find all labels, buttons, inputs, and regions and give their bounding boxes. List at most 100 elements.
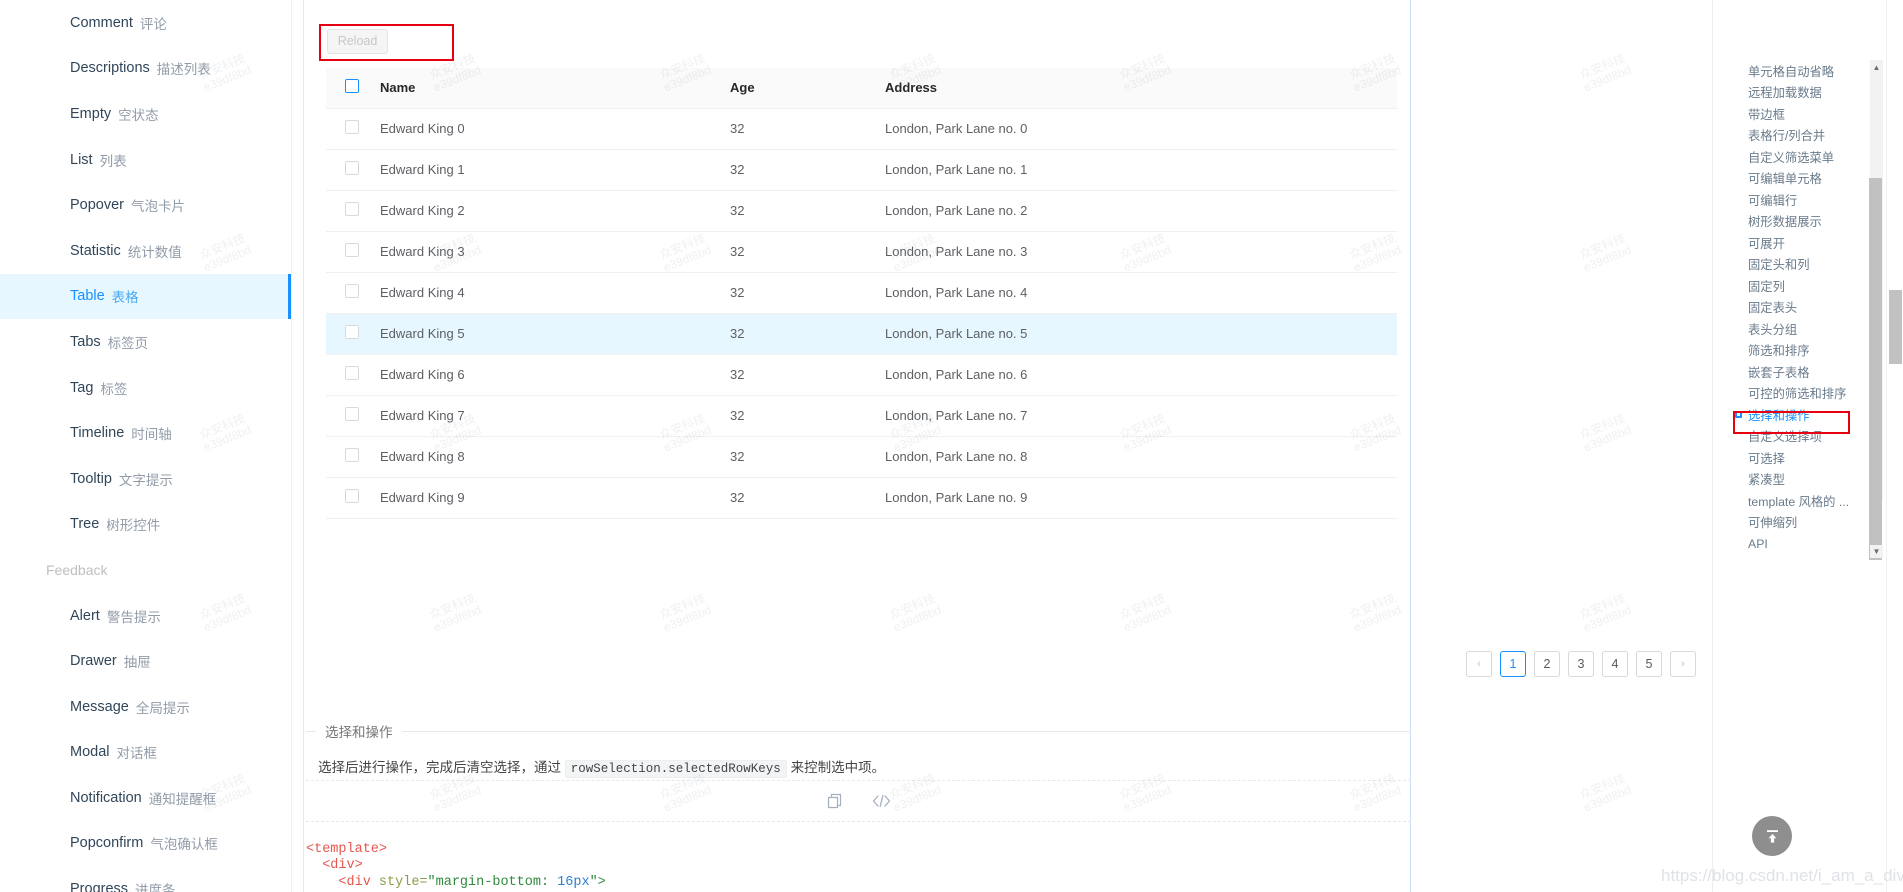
- pagination-next[interactable]: ›: [1670, 651, 1696, 677]
- pagination-page-2[interactable]: 2: [1534, 651, 1560, 677]
- row-checkbox[interactable]: [345, 284, 359, 298]
- row-checkbox[interactable]: [345, 407, 359, 421]
- toc-item[interactable]: 可编辑行: [1713, 189, 1869, 211]
- page-root: Comment 评论 Descriptions 描述列表 Empty 空状态 List 列表 P…: [0, 0, 1903, 892]
- table-header-row: Name Age Address: [326, 68, 1397, 109]
- row-checkbox[interactable]: [345, 325, 359, 339]
- sidebar-item-label-cn: 描述列表: [156, 62, 211, 78]
- row-checkbox[interactable]: [345, 366, 359, 380]
- toc-item[interactable]: 自定义筛选菜单: [1713, 146, 1869, 168]
- table-row[interactable]: Edward King 5 32 London, Park Lane no. 5: [326, 313, 1397, 355]
- pagination[interactable]: ‹ 1 2 3 4 5 ›: [1466, 651, 1696, 677]
- toc-item[interactable]: 固定列: [1713, 275, 1869, 297]
- toc-scroll-down-arrow[interactable]: ▼: [1870, 545, 1883, 558]
- cell-address: London, Park Lane no. 0: [883, 108, 1397, 150]
- sidebar-item-tabs[interactable]: Tabs 标签页: [0, 319, 291, 365]
- cell-age-text: 32: [730, 326, 745, 341]
- table-row[interactable]: Edward King 7 32 London, Park Lane no. 7: [326, 395, 1397, 437]
- sidebar-item-descriptions[interactable]: Descriptions 描述列表: [0, 46, 291, 92]
- toc-item[interactable]: 可编辑单元格: [1713, 168, 1869, 190]
- toc-scrollbar-track[interactable]: [1869, 60, 1883, 560]
- pagination-page-1[interactable]: 1: [1500, 651, 1526, 677]
- toc-item[interactable]: 可选择: [1713, 447, 1869, 469]
- sidebar-item-tree[interactable]: Tree 树形控件: [0, 502, 291, 548]
- table-row[interactable]: Edward King 9 32 London, Park Lane no. 9: [326, 477, 1397, 519]
- table-row[interactable]: Edward King 2 32 London, Park Lane no. 2: [326, 190, 1397, 232]
- toc-scrollbar-thumb[interactable]: [1869, 178, 1882, 560]
- cell-name-text: Edward King 4: [380, 285, 465, 300]
- sidebar-item-popover[interactable]: Popover 气泡卡片: [0, 182, 291, 228]
- toc-item[interactable]: 表头分组: [1713, 318, 1869, 340]
- table-row[interactable]: Edward King 8 32 London, Park Lane no. 8: [326, 436, 1397, 478]
- table-row[interactable]: Edward King 0 32 London, Park Lane no. 0: [326, 108, 1397, 150]
- table-row[interactable]: Edward King 6 32 London, Park Lane no. 6: [326, 354, 1397, 396]
- sidebar-item-label-en: Modal: [70, 744, 110, 761]
- row-checkbox[interactable]: [345, 202, 359, 216]
- component-nav-sidebar[interactable]: Comment 评论 Descriptions 描述列表 Empty 空状态 List 列表 P…: [0, 0, 292, 892]
- toc-item[interactable]: 表格行/列合并: [1713, 125, 1869, 147]
- row-checkbox[interactable]: [345, 448, 359, 462]
- table-row[interactable]: Edward King 3 32 London, Park Lane no. 3: [326, 231, 1397, 273]
- sidebar-item-empty[interactable]: Empty 空状态: [0, 91, 291, 137]
- toc-item[interactable]: 嵌套子表格: [1713, 361, 1869, 383]
- copy-icon[interactable]: [827, 793, 842, 809]
- toc-item-label: template 风格的 ...: [1748, 494, 1850, 509]
- toc-item[interactable]: 远程加载数据: [1713, 82, 1869, 104]
- sidebar-item-popconfirm[interactable]: Popconfirm 气泡确认框: [0, 821, 291, 867]
- pagination-prev[interactable]: ‹: [1466, 651, 1492, 677]
- page-scrollbar-track[interactable]: [1886, 0, 1903, 892]
- toc-item[interactable]: 固定头和列: [1713, 254, 1869, 276]
- sidebar-item-timeline[interactable]: Timeline 时间轴: [0, 410, 291, 456]
- toc-item[interactable]: 选择和操作: [1713, 404, 1869, 426]
- sidebar-item-label-cn: 通知提醒框: [148, 791, 217, 807]
- row-checkbox[interactable]: [345, 161, 359, 175]
- toc-item[interactable]: 单元格自动省略: [1713, 60, 1869, 82]
- toc-item[interactable]: 树形数据展示: [1713, 211, 1869, 233]
- row-checkbox[interactable]: [345, 120, 359, 134]
- toc-item[interactable]: 可展开: [1713, 232, 1869, 254]
- reload-button[interactable]: Reload: [327, 29, 388, 54]
- toc-item[interactable]: 可控的筛选和排序: [1713, 383, 1869, 405]
- sidebar-item-table[interactable]: Table 表格: [0, 273, 291, 320]
- toc-item[interactable]: 可伸缩列: [1713, 512, 1869, 534]
- sidebar-item-label-en: Tooltip: [70, 470, 112, 487]
- page-scrollbar-thumb[interactable]: [1889, 290, 1902, 364]
- row-checkbox[interactable]: [345, 489, 359, 503]
- sidebar-item-progress[interactable]: Progress 进度条: [0, 866, 291, 892]
- sidebar-item-drawer[interactable]: Drawer 抽屉: [0, 638, 291, 684]
- pagination-page-5[interactable]: 5: [1636, 651, 1662, 677]
- toc-item[interactable]: 筛选和排序: [1713, 340, 1869, 362]
- cell-age-text: 32: [730, 244, 745, 259]
- sidebar-item-tooltip[interactable]: Tooltip 文字提示: [0, 456, 291, 502]
- sidebar-item-modal[interactable]: Modal 对话框: [0, 730, 291, 776]
- row-checkbox[interactable]: [345, 243, 359, 257]
- sidebar-item-label-en: Popover: [70, 197, 125, 214]
- back-to-top-button[interactable]: [1752, 816, 1792, 856]
- sidebar-item-notification[interactable]: Notification 通知提醒框: [0, 775, 291, 821]
- code-action-bar: [306, 780, 1411, 822]
- sidebar-item-alert[interactable]: Alert 警告提示: [0, 593, 291, 639]
- code-icon[interactable]: [872, 794, 891, 808]
- select-all-checkbox[interactable]: [345, 79, 359, 94]
- toc-item[interactable]: API: [1713, 533, 1869, 555]
- sidebar-item-tag[interactable]: Tag 标签: [0, 365, 291, 411]
- cell-address-text: London, Park Lane no. 1: [885, 162, 1028, 177]
- sidebar-item-statistic[interactable]: Statistic 统计数值: [0, 228, 291, 274]
- toc-item-label: API: [1748, 536, 1768, 551]
- anchor-toc-panel[interactable]: 单元格自动省略 远程加载数据带边框表格行/列合并 自定义筛选菜单 可编辑单元格 可编辑行…: [1712, 0, 1884, 892]
- table-row[interactable]: Edward King 4 32 London, Park Lane no. 4: [326, 272, 1397, 314]
- toc-item[interactable]: 自定义选择项: [1713, 426, 1869, 448]
- sidebar-item-label-cn: 评论: [139, 16, 167, 32]
- pagination-page-4[interactable]: 4: [1602, 651, 1628, 677]
- table-row[interactable]: Edward King 1 32 London, Park Lane no. 1: [326, 149, 1397, 191]
- toc-item[interactable]: 带边框: [1713, 103, 1869, 125]
- toc-item[interactable]: 紧凑型: [1713, 469, 1869, 491]
- sidebar-item-message[interactable]: Message 全局提示: [0, 684, 291, 730]
- toc-scroll-up-arrow[interactable]: ▲: [1870, 61, 1883, 74]
- toc-item[interactable]: template 风格的 ...: [1713, 490, 1869, 512]
- toc-item-label: 带边框: [1748, 107, 1785, 122]
- toc-item[interactable]: 固定表头: [1713, 297, 1869, 319]
- sidebar-item-list[interactable]: List 列表: [0, 137, 291, 183]
- sidebar-item-comment[interactable]: Comment 评论: [0, 0, 291, 46]
- pagination-page-3[interactable]: 3: [1568, 651, 1594, 677]
